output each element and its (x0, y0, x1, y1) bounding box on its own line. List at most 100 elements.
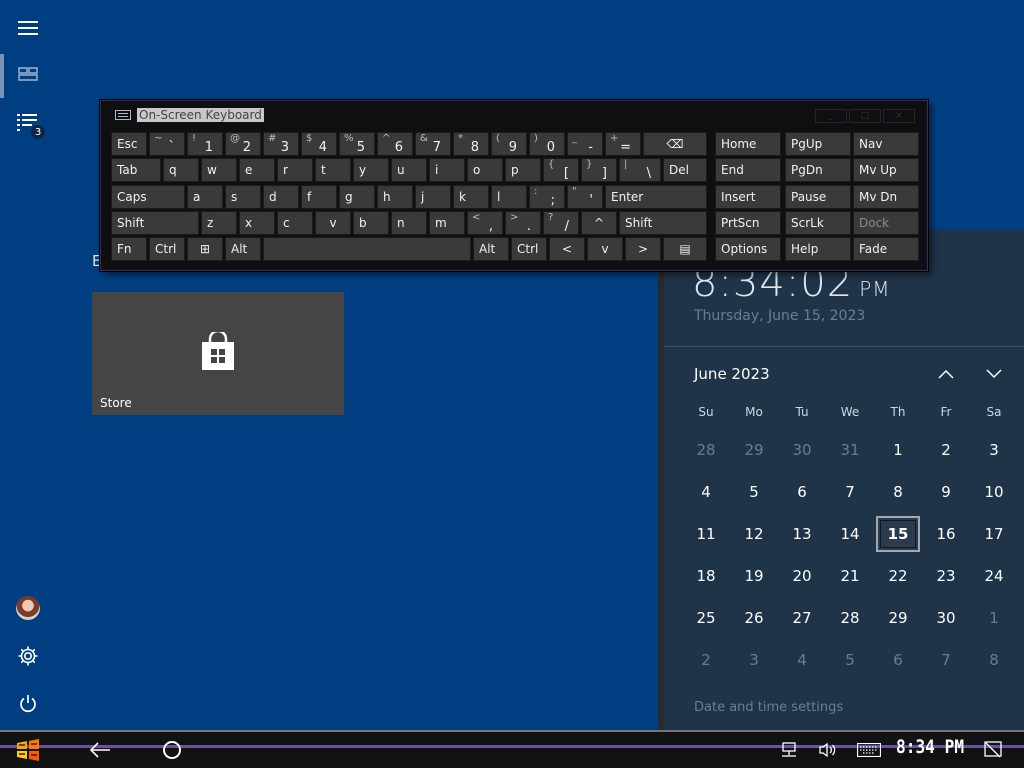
osk-titlebar[interactable]: On-Screen Keyboard (115, 107, 264, 123)
key-shift-r3c12[interactable]: Shift (619, 211, 707, 235)
key---r2c11[interactable]: " ' (567, 185, 603, 209)
settings-gear-icon[interactable] (0, 632, 56, 680)
key---r2c10[interactable]: :; (529, 185, 565, 209)
key-nav-r0c17[interactable]: Nav (853, 132, 919, 156)
key-alt-r4c5[interactable]: Alt (473, 237, 509, 261)
key---r4c7[interactable]: < (549, 237, 585, 261)
network-icon[interactable] (776, 734, 802, 766)
calendar-day[interactable]: 5 (828, 642, 872, 678)
key---r3c10[interactable]: ? / (543, 211, 579, 235)
key---r4c2[interactable]: ⊞ (187, 237, 223, 261)
key-fade-r4c13[interactable]: Fade (853, 237, 919, 261)
key-y-r1c6[interactable]: y (353, 158, 389, 182)
calendar-day[interactable]: 6 (780, 474, 824, 510)
key-b-r3c5[interactable]: b (353, 211, 389, 235)
key-esc-r0c0[interactable]: Esc (111, 132, 147, 156)
key-6-r0c7[interactable]: ^ 6 (377, 132, 413, 156)
key-s-r2c2[interactable]: s (225, 185, 261, 209)
key-8-r0c9[interactable]: * 8 (453, 132, 489, 156)
date-time-settings-link[interactable]: Date and time settings (694, 700, 843, 715)
calendar-day-today[interactable]: 15 (876, 516, 920, 552)
key-2-r0c3[interactable]: @2 (225, 132, 261, 156)
keyboard-icon[interactable] (854, 734, 884, 766)
key-v-r4c8[interactable]: v (587, 237, 623, 261)
month-label[interactable]: June 2023 (694, 365, 770, 383)
key-g-r2c5[interactable]: g (339, 185, 375, 209)
hamburger-menu-icon[interactable] (0, 4, 56, 52)
key-1-r0c2[interactable]: ! 1 (187, 132, 223, 156)
key-e-r1c3[interactable]: e (239, 158, 275, 182)
key-5-r0c6[interactable]: % 5 (339, 132, 375, 156)
key-tab-r1c0[interactable]: Tab (111, 158, 161, 182)
key-fn-r4c0[interactable]: Fn (111, 237, 147, 261)
key---r0c13[interactable]: + = (605, 132, 641, 156)
all-apps-list-icon[interactable]: 3 (0, 98, 56, 146)
calendar-day[interactable]: 29 (732, 432, 776, 468)
key-i-r1c8[interactable]: i (429, 158, 465, 182)
key-ctrl-r4c1[interactable]: Ctrl (149, 237, 185, 261)
key-3-r0c4[interactable]: #3 (263, 132, 299, 156)
start-logo-icon[interactable] (12, 734, 44, 766)
key-7-r0c8[interactable]: & 7 (415, 132, 451, 156)
key-dock-r3c15[interactable]: Dock (853, 211, 919, 235)
key-caps-r2c0[interactable]: Caps (111, 185, 185, 209)
calendar-day[interactable]: 28 (684, 432, 728, 468)
key-shift-r3c0[interactable]: Shift (111, 211, 199, 235)
calendar-day[interactable]: 1 (876, 432, 920, 468)
calendar-day[interactable]: 26 (732, 600, 776, 636)
long-date-link[interactable]: Thursday, June 15, 2023 (694, 308, 865, 324)
key-9-r0c10[interactable]: (9 (491, 132, 527, 156)
store-tile[interactable]: Store (92, 292, 344, 415)
key-space[interactable] (263, 237, 471, 261)
key-enter-r2c12[interactable]: Enter (605, 185, 707, 209)
key-0-r0c11[interactable]: ) 0 (529, 132, 565, 156)
key-k-r2c8[interactable]: k (453, 185, 489, 209)
key-mv-dn-r2c15[interactable]: Mv Dn (853, 185, 919, 209)
key---r3c11[interactable]: ^ (581, 211, 617, 235)
key-options-r4c11[interactable]: Options (715, 237, 781, 261)
calendar-day[interactable]: 5 (732, 474, 776, 510)
calendar-day[interactable]: 7 (924, 642, 968, 678)
calendar-day[interactable]: 20 (780, 558, 824, 594)
key-u-r1c7[interactable]: u (391, 158, 427, 182)
calendar-day[interactable]: 18 (684, 558, 728, 594)
calendar-day[interactable]: 7 (828, 474, 872, 510)
previous-month-chevron-up-icon[interactable] (934, 362, 958, 386)
calendar-day[interactable]: 8 (972, 642, 1016, 678)
calendar-day[interactable]: 11 (684, 516, 728, 552)
calendar-day[interactable]: 3 (732, 642, 776, 678)
calendar-day[interactable]: 16 (924, 516, 968, 552)
key-ctrl-r4c6[interactable]: Ctrl (511, 237, 547, 261)
calendar-day[interactable]: 19 (732, 558, 776, 594)
key-o-r1c9[interactable]: o (467, 158, 503, 182)
key-del-r1c14[interactable]: Del (663, 158, 707, 182)
key-n-r3c6[interactable]: n (391, 211, 427, 235)
notification-icon[interactable] (980, 734, 1006, 766)
key-f-r2c4[interactable]: f (301, 185, 337, 209)
key---r3c8[interactable]: <, (467, 211, 503, 235)
key-l-r2c9[interactable]: l (491, 185, 527, 209)
calendar-day[interactable]: 13 (780, 516, 824, 552)
key-mv-up-r1c17[interactable]: Mv Up (853, 158, 919, 182)
key-x-r3c2[interactable]: x (239, 211, 275, 235)
cortana-circle-icon[interactable] (158, 734, 186, 766)
calendar-day[interactable]: 4 (684, 474, 728, 510)
calendar-day[interactable]: 21 (828, 558, 872, 594)
key-help-r4c12[interactable]: Help (785, 237, 851, 261)
maximize-button[interactable]: □ (849, 109, 881, 123)
calendar-day[interactable]: 10 (972, 474, 1016, 510)
calendar-day[interactable]: 23 (924, 558, 968, 594)
calendar-day[interactable]: 25 (684, 600, 728, 636)
key-c-r3c3[interactable]: c (277, 211, 313, 235)
back-arrow-icon[interactable] (86, 734, 114, 766)
power-icon[interactable] (0, 680, 56, 728)
calendar-day[interactable]: 30 (780, 432, 824, 468)
key-scrlk-r3c14[interactable]: ScrLk (785, 211, 851, 235)
key-m-r3c7[interactable]: m (429, 211, 465, 235)
key-home-r0c15[interactable]: Home (715, 132, 781, 156)
calendar-day[interactable]: 27 (780, 600, 824, 636)
calendar-day[interactable]: 1 (972, 600, 1016, 636)
key-q-r1c1[interactable]: q (163, 158, 199, 182)
key-w-r1c2[interactable]: w (201, 158, 237, 182)
key-end-r1c15[interactable]: End (715, 158, 781, 182)
